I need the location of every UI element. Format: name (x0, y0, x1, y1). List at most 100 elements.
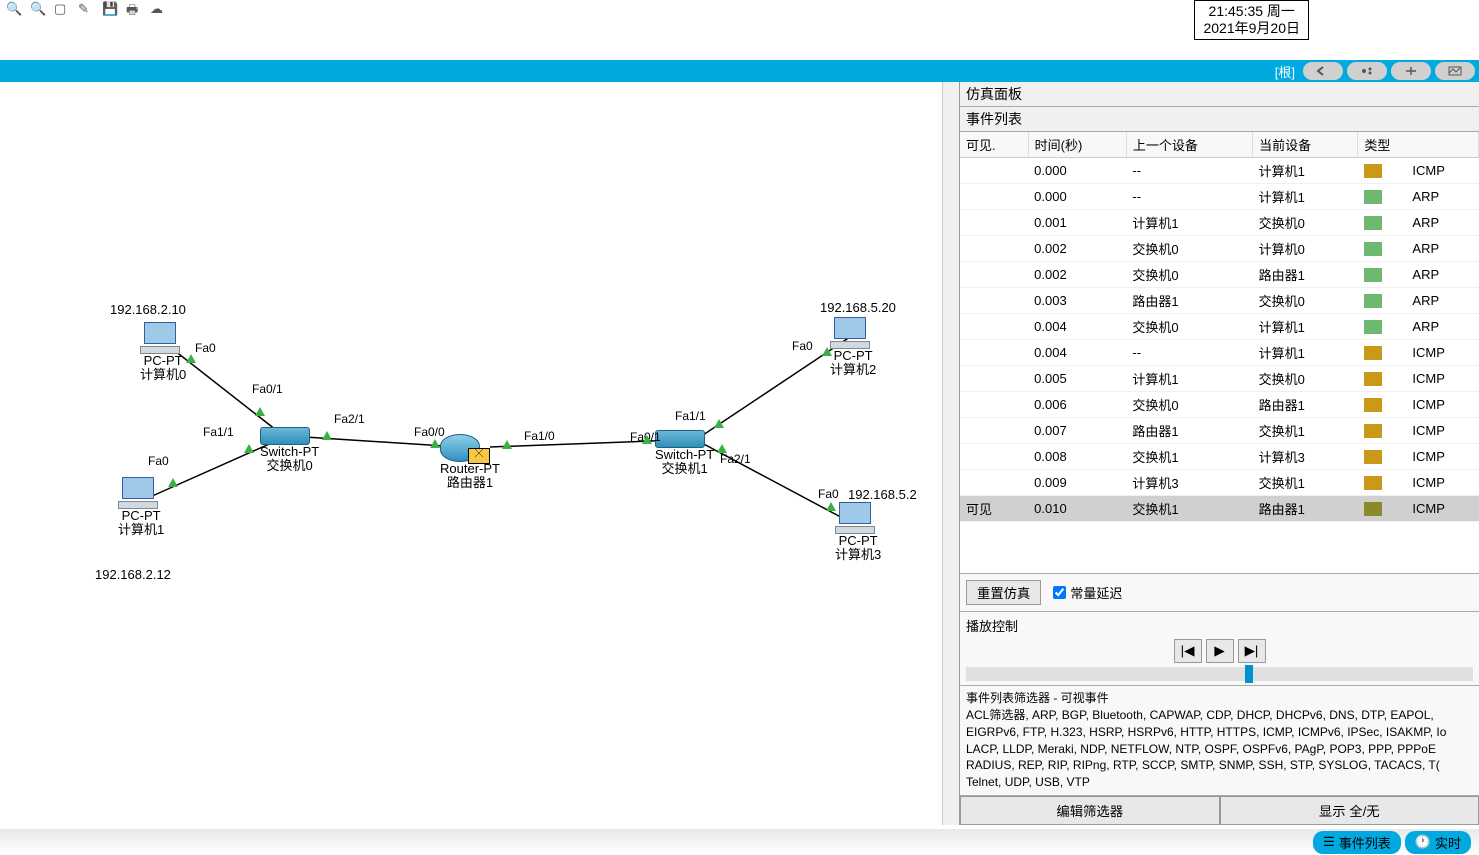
play-slider[interactable] (966, 667, 1473, 681)
cell-prev: 路由器1 (1126, 418, 1252, 444)
cell-time: 0.003 (1028, 288, 1126, 314)
zoom-in-icon[interactable]: 🔍 (30, 1, 46, 17)
packet-envelope-icon (468, 448, 490, 464)
router1-node[interactable]: Router-PT 路由器1 (440, 434, 500, 491)
link-status-icon (186, 354, 196, 363)
simulation-panel: 仿真面板 事件列表 可见. 时间(秒) 上一个设备 当前设备 类型 0.000 … (959, 82, 1479, 825)
cell-visible (960, 158, 1028, 184)
cell-time: 0.001 (1028, 210, 1126, 236)
filters-text: ACL筛选器, ARP, BGP, Bluetooth, CAPWAP, CDP… (966, 707, 1473, 791)
pc0-node[interactable]: PC-PT 计算机0 (140, 322, 186, 383)
canvas-scrollbar[interactable] (943, 82, 959, 825)
cell-type: ARP (1406, 288, 1478, 314)
event-row[interactable]: 可见 0.010 交换机1 路由器1 ICMP (960, 496, 1479, 522)
event-row[interactable]: 0.006 交换机0 路由器1 ICMP (960, 392, 1479, 418)
cell-curr: 计算机3 (1253, 444, 1358, 470)
window-icon[interactable]: ▢ (54, 1, 70, 17)
cell-type: ICMP (1406, 418, 1478, 444)
cell-curr: 计算机1 (1253, 184, 1358, 210)
cell-time: 0.008 (1028, 444, 1126, 470)
cell-type: ICMP (1406, 158, 1478, 184)
nav-cluster-button[interactable] (1347, 62, 1387, 80)
root-label[interactable]: [根] (1275, 62, 1295, 81)
cell-curr: 交换机0 (1253, 210, 1358, 236)
sw0-fa21: Fa2/1 (334, 412, 365, 426)
print-icon[interactable]: 🖶 (126, 1, 142, 17)
play-button[interactable]: ▶ (1206, 639, 1234, 663)
cell-color (1358, 262, 1407, 288)
show-all-none-button[interactable]: 显示 全/无 (1220, 796, 1479, 825)
cell-time: 0.007 (1028, 418, 1126, 444)
save-icon[interactable]: 💾 (102, 1, 118, 17)
col-visible[interactable]: 可见. (960, 132, 1028, 158)
cell-curr: 计算机0 (1253, 236, 1358, 262)
nav-back-button[interactable] (1303, 62, 1343, 80)
cell-curr: 路由器1 (1253, 392, 1358, 418)
event-list-title: 事件列表 (960, 107, 1479, 132)
edit-filters-button[interactable]: 编辑筛选器 (960, 796, 1220, 825)
skip-back-button[interactable]: |◀ (1174, 639, 1202, 663)
cell-color (1358, 158, 1407, 184)
event-row[interactable]: 0.007 路由器1 交换机1 ICMP (960, 418, 1479, 444)
col-time[interactable]: 时间(秒) (1028, 132, 1126, 158)
sw1-fa11: Fa1/1 (675, 409, 706, 423)
event-row[interactable]: 0.004 -- 计算机1 ICMP (960, 340, 1479, 366)
constant-delay-checkbox[interactable]: 常量延迟 (1053, 583, 1122, 602)
cell-visible (960, 210, 1028, 236)
cell-color (1358, 392, 1407, 418)
event-row[interactable]: 0.004 交换机0 计算机1 ARP (960, 314, 1479, 340)
event-row[interactable]: 0.001 计算机1 交换机0 ARP (960, 210, 1479, 236)
cell-time: 0.004 (1028, 340, 1126, 366)
topology-canvas[interactable]: 192.168.2.10 PC-PT 计算机0 Fa0 PC-PT 计算机1 F… (0, 82, 943, 825)
cloud-icon[interactable]: ☁ (150, 1, 166, 17)
event-row[interactable]: 0.000 -- 计算机1 ARP (960, 184, 1479, 210)
cell-type: ICMP (1406, 392, 1478, 418)
edit-icon[interactable]: ✎ (78, 1, 94, 17)
event-row[interactable]: 0.009 计算机3 交换机1 ICMP (960, 470, 1479, 496)
cell-prev: -- (1126, 340, 1252, 366)
cell-color (1358, 210, 1407, 236)
date-text: 2021年9月20日 (1203, 20, 1300, 37)
pc3-node[interactable]: PC-PT 计算机3 (835, 502, 881, 563)
cell-visible (960, 314, 1028, 340)
slider-thumb[interactable] (1245, 665, 1253, 683)
skip-forward-button[interactable]: ▶| (1238, 639, 1266, 663)
nav-move-button[interactable] (1391, 62, 1431, 80)
col-prev[interactable]: 上一个设备 (1126, 132, 1252, 158)
event-row[interactable]: 0.002 交换机0 路由器1 ARP (960, 262, 1479, 288)
constant-delay-input[interactable] (1053, 586, 1066, 599)
event-row[interactable]: 0.000 -- 计算机1 ICMP (960, 158, 1479, 184)
play-controls: 播放控制 |◀ ▶ ▶| (960, 611, 1479, 685)
pc1-ip: 192.168.2.12 (95, 567, 171, 582)
switch1-node[interactable]: Switch-PT 交换机1 (655, 430, 714, 477)
realtime-toggle[interactable]: 🕐 实时 (1405, 831, 1471, 854)
reset-simulation-button[interactable]: 重置仿真 (966, 580, 1041, 605)
sim-controls: 重置仿真 常量延迟 (960, 573, 1479, 611)
nav-background-button[interactable] (1435, 62, 1475, 80)
rt-fa00: Fa0/0 (414, 425, 445, 439)
cell-prev: 计算机3 (1126, 470, 1252, 496)
pc2-node[interactable]: PC-PT 计算机2 (830, 317, 876, 378)
cell-prev: 计算机1 (1126, 366, 1252, 392)
zoom-out-icon[interactable]: 🔍 (6, 1, 22, 17)
cell-type: ICMP (1406, 340, 1478, 366)
event-row[interactable]: 0.002 交换机0 计算机0 ARP (960, 236, 1479, 262)
switch0-node[interactable]: Switch-PT 交换机0 (260, 427, 319, 474)
event-list-table[interactable]: 可见. 时间(秒) 上一个设备 当前设备 类型 0.000 -- 计算机1 IC… (960, 132, 1479, 573)
cell-type: ARP (1406, 262, 1478, 288)
cell-curr: 交换机0 (1253, 288, 1358, 314)
event-list-toggle[interactable]: ☰ 事件列表 (1313, 831, 1401, 854)
cell-type: ICMP (1406, 496, 1478, 522)
event-row[interactable]: 0.005 计算机1 交换机0 ICMP (960, 366, 1479, 392)
navigation-bar: [根] (0, 60, 1479, 82)
col-type[interactable]: 类型 (1358, 132, 1479, 158)
pc1-node[interactable]: PC-PT 计算机1 (118, 477, 164, 538)
col-curr[interactable]: 当前设备 (1253, 132, 1358, 158)
event-row[interactable]: 0.008 交换机1 计算机3 ICMP (960, 444, 1479, 470)
cell-color (1358, 470, 1407, 496)
cell-prev: -- (1126, 158, 1252, 184)
bottom-bar: ☰ 事件列表 🕐 实时 (0, 829, 1479, 855)
cell-color (1358, 366, 1407, 392)
event-row[interactable]: 0.003 路由器1 交换机0 ARP (960, 288, 1479, 314)
cell-visible (960, 392, 1028, 418)
